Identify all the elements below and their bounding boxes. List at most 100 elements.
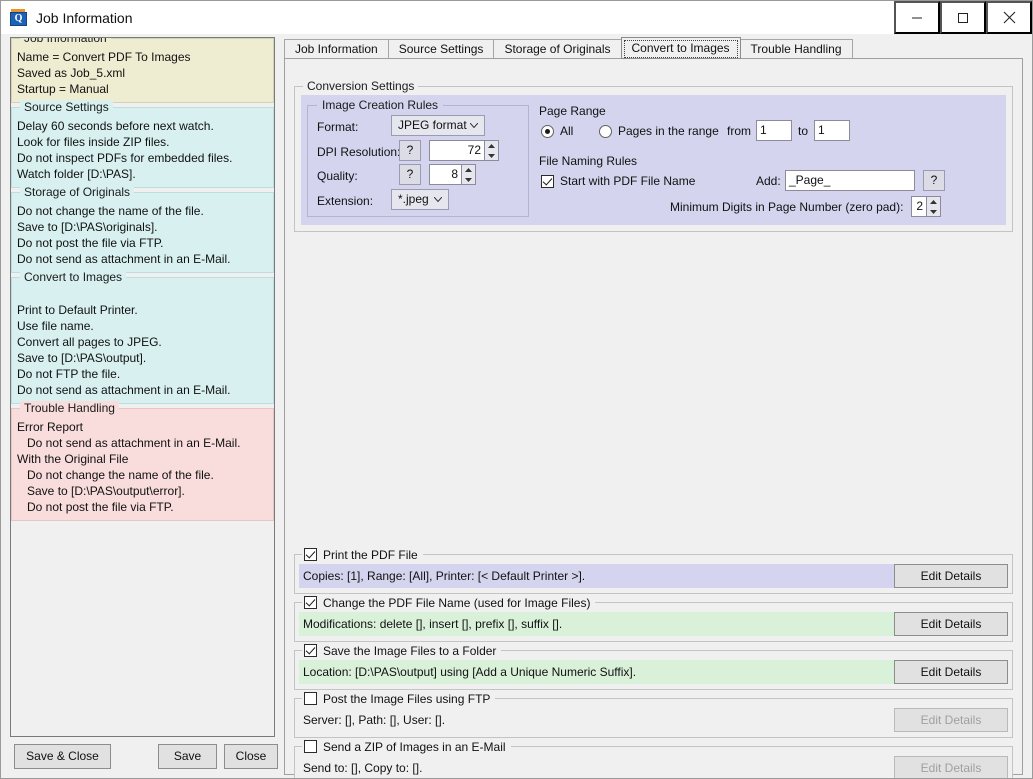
minimum-digits-input[interactable]: 2	[911, 196, 927, 217]
save-and-close-button[interactable]: Save & Close	[14, 744, 111, 769]
summary-group-source-settings: Source Settings Delay 60 seconds before …	[11, 100, 274, 188]
tab-source-settings[interactable]: Source Settings	[387, 39, 495, 59]
chevron-down-icon	[470, 123, 478, 128]
page-range-to-label: to	[798, 124, 809, 138]
summary-group-convert-to-images: Convert to Images Print to Default Print…	[11, 270, 274, 404]
change-the-pdf-file-name-label: Change the PDF File Name (used for Image…	[323, 595, 591, 610]
page-range-range-label: Pages in the range	[618, 124, 719, 138]
summary-line: With the Original File	[17, 452, 129, 466]
dpi-resolution-label: DPI Resolution:	[317, 145, 401, 159]
print-the-pdf-file-checkbox[interactable]	[304, 548, 317, 561]
post-the-image-files-using-ftp-checkbox[interactable]	[304, 692, 317, 705]
file-naming-rules-label: File Naming Rules	[539, 154, 638, 168]
conversion-settings-panel: Image Creation Rules Format: JPEG format…	[301, 95, 1006, 225]
save-the-image-files-to-a-folder-checkbox[interactable]	[304, 644, 317, 657]
action-send-zip-email-group: Send a ZIP of Images in an E-Mail Send t…	[294, 739, 1013, 778]
summary-line: Do not change the name of the file.	[17, 468, 214, 482]
page-range-range-radio[interactable]	[599, 125, 612, 138]
page-range-from-input[interactable]: 1	[756, 120, 792, 141]
extension-select[interactable]: *.jpeg	[391, 189, 449, 210]
summary-line: Look for files inside ZIP files.	[17, 135, 170, 149]
action-print-pdf-group: Print the PDF File Copies: [1], Range: […	[294, 547, 1013, 594]
save-to-folder-edit-details-button[interactable]: Edit Details	[894, 660, 1008, 684]
summary-line: Save to [D:\PAS\output].	[17, 351, 147, 365]
summary-group-legend: Job Information	[20, 38, 111, 45]
action-save-to-folder-legend: Save the Image Files to a Folder	[302, 643, 502, 658]
close-button[interactable]: Close	[224, 744, 278, 769]
minimum-digits-stepper[interactable]	[927, 196, 941, 217]
summary-line-blank	[17, 288, 269, 302]
page-range-all-radio[interactable]	[541, 125, 554, 138]
action-post-ftp-group: Post the Image Files using FTP Server: […	[294, 691, 1013, 738]
job-summary-panel: Job Information Name = Convert PDF To Im…	[10, 37, 275, 737]
send-a-zip-of-images-in-an-email-label: Send a ZIP of Images in an E-Mail	[323, 739, 506, 754]
stepper-up-icon	[927, 197, 940, 206]
quality-help-button[interactable]: ?	[399, 164, 421, 185]
change-filename-edit-details-button[interactable]: Edit Details	[894, 612, 1008, 636]
change-the-pdf-file-name-checkbox[interactable]	[304, 596, 317, 609]
send-a-zip-of-images-in-an-email-checkbox[interactable]	[304, 740, 317, 753]
dpi-resolution-input[interactable]: 72	[429, 140, 485, 161]
action-post-ftp-legend: Post the Image Files using FTP	[302, 691, 496, 706]
stepper-down-icon	[927, 207, 940, 216]
post-ftp-edit-details-button: Edit Details	[894, 708, 1008, 732]
save-button[interactable]: Save	[158, 744, 217, 769]
page-range-label: Page Range	[539, 104, 606, 118]
post-the-image-files-using-ftp-label: Post the Image Files using FTP	[323, 691, 491, 706]
summary-line: Print to Default Printer.	[17, 303, 138, 317]
summary-line: Do not send as attachment in an E-Mail.	[17, 383, 231, 397]
tab-panel-convert-to-images: Conversion Settings Image Creation Rules…	[284, 58, 1023, 778]
summary-group-storage-of-originals: Storage of Originals Do not change the n…	[11, 185, 274, 273]
window-title: Job Information	[36, 9, 133, 26]
page-range-to-input[interactable]: 1	[814, 120, 850, 141]
tab-convert-to-images-label: Convert to Images	[631, 41, 730, 55]
summary-line: Do not send as attachment in an E-Mail.	[17, 436, 241, 450]
action-save-to-folder-strip: Location: [D:\PAS\output] using [Add a U…	[299, 660, 1008, 684]
settings-pane: Job Information Source Settings Storage …	[284, 37, 1023, 778]
format-select[interactable]: JPEG format	[391, 115, 485, 136]
app-icon: Q	[10, 9, 27, 26]
print-pdf-edit-details-button[interactable]: Edit Details	[894, 564, 1008, 588]
action-change-filename-group: Change the PDF File Name (used for Image…	[294, 595, 1013, 642]
action-print-pdf-legend: Print the PDF File	[302, 547, 423, 562]
summary-line: Save to [D:\PAS\output\error].	[17, 484, 185, 498]
add-help-button[interactable]: ?	[923, 170, 945, 191]
maximize-icon[interactable]	[940, 1, 986, 34]
job-information-window: Q Job Information Job Information Name =…	[0, 0, 1033, 779]
stepper-up-icon	[462, 165, 475, 174]
start-with-pdf-name-label: Start with PDF File Name	[560, 174, 696, 188]
minimize-icon[interactable]	[894, 1, 940, 34]
summary-line: Do not inspect PDFs for embedded files.	[17, 151, 233, 165]
summary-line: Saved as Job_5.xml	[17, 66, 126, 80]
action-change-filename-strip: Modifications: delete [], insert [], pre…	[299, 612, 1008, 636]
close-icon[interactable]	[986, 1, 1032, 34]
quality-label: Quality:	[317, 169, 358, 183]
summary-group-trouble-handling: Trouble Handling Error Report Do not sen…	[11, 401, 274, 521]
extension-label: Extension:	[317, 194, 374, 208]
summary-group-legend: Trouble Handling	[20, 401, 119, 415]
summary-line: Save to [D:\PAS\originals].	[17, 220, 158, 234]
dpi-help-button[interactable]: ?	[399, 140, 421, 161]
summary-line: Watch folder [D:\PAS].	[17, 167, 136, 181]
print-the-pdf-file-label: Print the PDF File	[323, 547, 418, 562]
tab-bar: Job Information Source Settings Storage …	[284, 37, 1023, 59]
add-suffix-input[interactable]: _Page_	[785, 170, 915, 191]
quality-stepper[interactable]	[462, 164, 476, 185]
format-label: Format:	[317, 120, 359, 134]
tab-trouble-handling[interactable]: Trouble Handling	[739, 39, 853, 59]
summary-line: Do not post the file via FTP.	[17, 236, 164, 250]
dpi-resolution-stepper[interactable]	[485, 140, 499, 161]
tab-job-information[interactable]: Job Information	[284, 39, 389, 59]
summary-line: Delay 60 seconds before next watch.	[17, 119, 214, 133]
stepper-down-icon	[485, 151, 498, 160]
tab-storage-of-originals[interactable]: Storage of Originals	[493, 39, 622, 59]
add-label: Add:	[756, 174, 781, 188]
quality-input[interactable]: 8	[429, 164, 462, 185]
send-zip-email-summary: Send to: [], Copy to: [].	[299, 756, 894, 778]
start-with-pdf-name-checkbox[interactable]	[541, 175, 554, 188]
footer-buttons: Save & Close Save Close	[10, 744, 278, 769]
summary-group-job-information: Job Information Name = Convert PDF To Im…	[11, 38, 274, 103]
tab-convert-to-images[interactable]: Convert to Images	[620, 37, 741, 59]
save-the-image-files-to-a-folder-label: Save the Image Files to a Folder	[323, 643, 497, 658]
image-creation-rules-legend: Image Creation Rules	[317, 98, 444, 112]
